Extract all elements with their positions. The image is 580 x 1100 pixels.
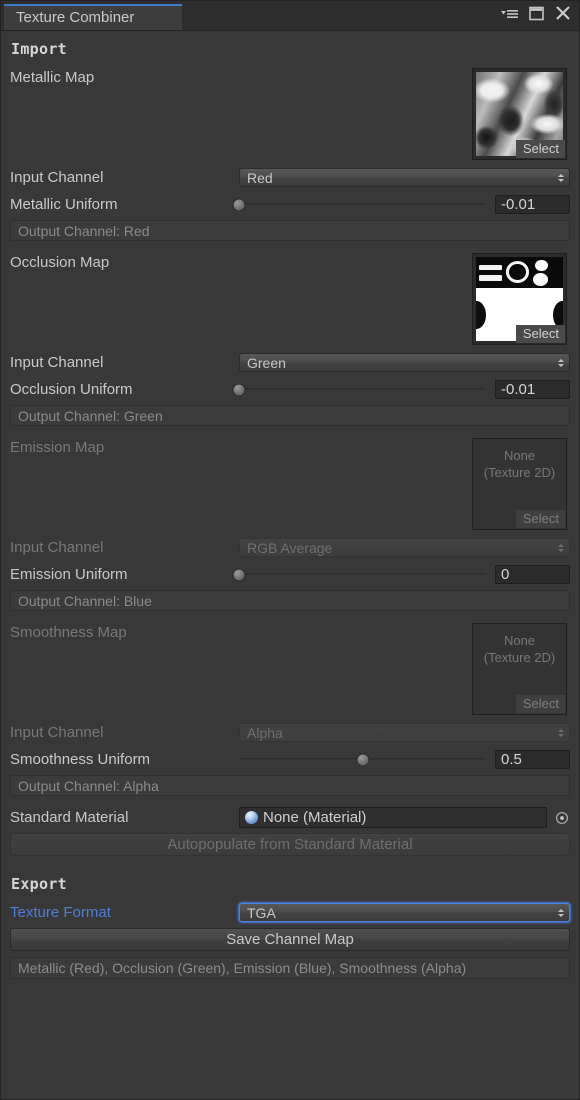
map-block-smoothness: Smoothness Map None (Texture 2D) Select: [10, 621, 570, 717]
numberfield-occlusion-uniform[interactable]: -0.01: [495, 380, 570, 399]
texture-field-metallic[interactable]: Select: [472, 68, 567, 160]
none-line-2: (Texture 2D): [473, 649, 566, 666]
label-occlusion-uniform: Occlusion Uniform: [10, 381, 239, 398]
label-metallic-uniform: Metallic Uniform: [10, 196, 239, 213]
row-metallic-uniform: Metallic Uniform -0.01: [10, 193, 570, 216]
slider-smoothness-uniform[interactable]: [239, 750, 495, 769]
label-input-channel-emission: Input Channel: [10, 539, 239, 556]
objectfield-standard-material[interactable]: None (Material): [239, 807, 547, 828]
autopopulate-button[interactable]: Autopopulate from Standard Material: [10, 833, 570, 856]
channel-summary-text: Metallic (Red), Occlusion (Green), Emiss…: [10, 957, 570, 979]
close-icon[interactable]: [555, 5, 571, 26]
dropdown-input-channel-metallic[interactable]: Red: [239, 168, 570, 187]
select-button-metallic[interactable]: Select: [516, 140, 565, 158]
numberfield-emission-uniform[interactable]: 0: [495, 565, 570, 584]
dropdown-value-occlusion: Green: [247, 355, 286, 371]
chevron-updown-icon: [558, 729, 564, 737]
slider-emission-uniform[interactable]: [239, 565, 495, 584]
chevron-updown-icon: [558, 909, 564, 917]
row-texture-format: Texture Format TGA: [10, 901, 570, 924]
dropdown-value-emission: RGB Average: [247, 540, 332, 556]
maximize-icon[interactable]: [529, 6, 544, 26]
slider-track-smoothness: [239, 758, 486, 761]
slider-knob-smoothness[interactable]: [356, 753, 369, 766]
export-section-header: Export: [11, 875, 570, 893]
output-channel-smoothness: Output Channel: Alpha: [10, 775, 570, 796]
import-section-header: Import: [11, 40, 570, 58]
slider-metallic-uniform[interactable]: [239, 195, 495, 214]
dropdown-input-channel-emission[interactable]: RGB Average: [239, 538, 570, 557]
label-input-channel-occlusion: Input Channel: [10, 354, 239, 371]
chevron-updown-icon: [558, 174, 564, 182]
menu-icon[interactable]: [501, 7, 518, 25]
row-emission-uniform: Emission Uniform 0: [10, 563, 570, 586]
row-occlusion-uniform: Occlusion Uniform -0.01: [10, 378, 570, 401]
window-controls: [501, 5, 571, 26]
label-standard-material: Standard Material: [10, 809, 239, 826]
window-body: Import Metallic Map Select Input Channel…: [1, 31, 579, 1099]
row-input-channel-smoothness: Input Channel Alpha: [10, 721, 570, 744]
row-input-channel-occlusion: Input Channel Green: [10, 351, 570, 374]
none-line-1: None: [473, 632, 566, 649]
slider-knob-emission[interactable]: [233, 568, 246, 581]
tab-texture-combiner[interactable]: Texture Combiner: [4, 4, 182, 30]
dropdown-input-channel-smoothness[interactable]: Alpha: [239, 723, 570, 742]
slider-track-occlusion: [239, 388, 486, 391]
texture-field-smoothness[interactable]: None (Texture 2D) Select: [472, 623, 567, 715]
label-texture-format: Texture Format: [10, 904, 239, 921]
label-smoothness-uniform: Smoothness Uniform: [10, 751, 239, 768]
row-input-channel-emission: Input Channel RGB Average: [10, 536, 570, 559]
window-titlebar: Texture Combiner: [1, 1, 579, 31]
output-channel-occlusion: Output Channel: Green: [10, 405, 570, 426]
texture-field-emission[interactable]: None (Texture 2D) Select: [472, 438, 567, 530]
output-channel-emission: Output Channel: Blue: [10, 590, 570, 611]
slider-knob-metallic[interactable]: [233, 198, 246, 211]
slider-track-emission: [239, 573, 486, 576]
map-block-occlusion: Occlusion Map Select: [10, 251, 570, 347]
texture-field-occlusion[interactable]: Select: [472, 253, 567, 345]
material-sphere-icon: [245, 811, 258, 824]
none-line-1: None: [473, 447, 566, 464]
slider-knob-occlusion[interactable]: [233, 383, 246, 396]
numberfield-smoothness-uniform[interactable]: 0.5: [495, 750, 570, 769]
dropdown-value-metallic: Red: [247, 170, 273, 186]
dropdown-texture-format[interactable]: TGA: [239, 903, 570, 922]
label-emission-uniform: Emission Uniform: [10, 566, 239, 583]
numberfield-metallic-uniform[interactable]: -0.01: [495, 195, 570, 214]
map-block-emission: Emission Map None (Texture 2D) Select: [10, 436, 570, 532]
save-channel-map-button[interactable]: Save Channel Map: [10, 928, 570, 951]
label-input-channel-smoothness: Input Channel: [10, 724, 239, 741]
select-button-occlusion[interactable]: Select: [516, 325, 565, 343]
dropdown-value-texture-format: TGA: [247, 905, 276, 921]
texture-combiner-window: Texture Combiner: [0, 0, 580, 1100]
select-button-emission[interactable]: Select: [516, 510, 565, 528]
objectfield-value: None (Material): [263, 809, 366, 826]
label-input-channel-metallic: Input Channel: [10, 169, 239, 186]
tab-label: Texture Combiner: [16, 9, 134, 26]
row-smoothness-uniform: Smoothness Uniform 0.5: [10, 748, 570, 771]
chevron-updown-icon: [558, 544, 564, 552]
row-standard-material: Standard Material None (Material): [10, 806, 570, 829]
dropdown-input-channel-occlusion[interactable]: Green: [239, 353, 570, 372]
slider-occlusion-uniform[interactable]: [239, 380, 495, 399]
slider-track-metallic: [239, 203, 486, 206]
output-channel-metallic: Output Channel: Red: [10, 220, 570, 241]
dropdown-value-smoothness: Alpha: [247, 725, 283, 741]
select-button-smoothness[interactable]: Select: [516, 695, 565, 713]
map-block-metallic: Metallic Map Select: [10, 66, 570, 162]
chevron-updown-icon: [558, 359, 564, 367]
object-picker-icon[interactable]: [554, 810, 570, 826]
none-line-2: (Texture 2D): [473, 464, 566, 481]
row-input-channel-metallic: Input Channel Red: [10, 166, 570, 189]
